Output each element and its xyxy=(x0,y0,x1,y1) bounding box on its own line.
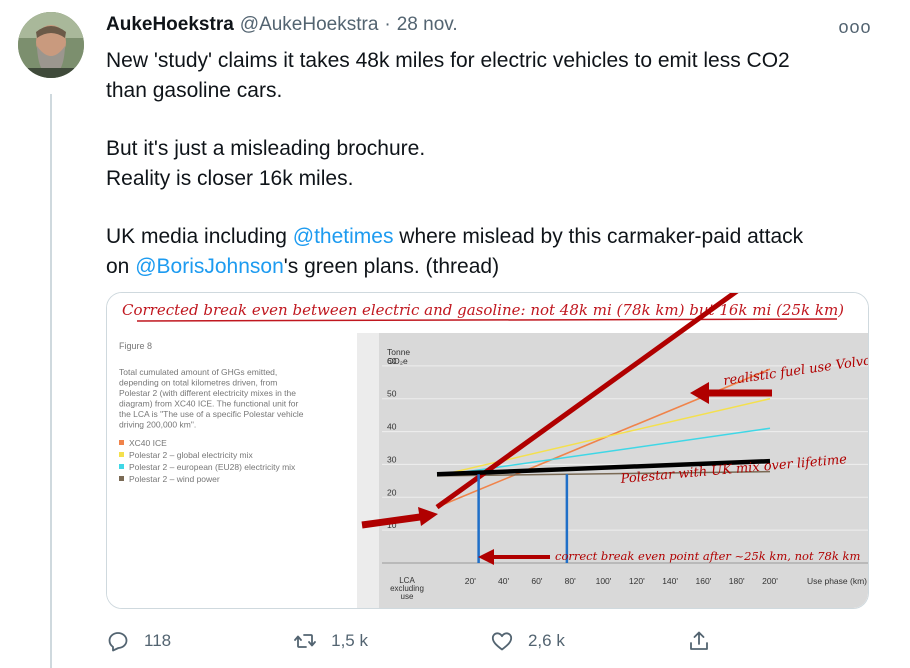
note-breakeven: correct break even point after ~25k km, … xyxy=(555,549,860,563)
tweet-media-image[interactable]: Corrected break even between electric an… xyxy=(106,292,869,609)
like-count: 2,6 k xyxy=(527,631,565,650)
reply-button[interactable]: 118 xyxy=(106,629,171,653)
action-bar: 118 1,5 k 2,6 k xyxy=(106,624,711,658)
legend-label: XC40 ICE xyxy=(129,438,167,448)
x-tick-label: 80' xyxy=(565,576,576,586)
caption-line: diagram) from XC40 ICE. The functional u… xyxy=(119,399,299,409)
legend-swatch xyxy=(119,440,124,445)
like-button[interactable]: 2,6 k xyxy=(490,629,565,653)
y-tick-label: 40 xyxy=(387,422,397,432)
figure-label: Figure 8 xyxy=(119,341,152,351)
chart-figure: Corrected break even between electric an… xyxy=(107,293,868,608)
caption-line: driving 200,000 km". xyxy=(119,420,196,430)
reply-count: 118 xyxy=(144,631,172,650)
mention-link[interactable]: @BorisJohnson xyxy=(135,255,284,278)
legend-label: Polestar 2 – european (EU28) electricity… xyxy=(129,462,296,472)
x-tick-label: 100' xyxy=(596,576,612,586)
text-fragment: 's green plans. (thread) xyxy=(283,255,500,278)
tweet-text: New 'study' claims it takes 48k miles fo… xyxy=(106,46,876,282)
text-line: on @BorisJohnson's green plans. (thread) xyxy=(106,252,876,282)
separator: · xyxy=(384,14,391,35)
text-fragment: on xyxy=(106,255,136,278)
legend-label: Polestar 2 – global electricity mix xyxy=(129,450,254,460)
x-tick-label: 40' xyxy=(498,576,509,586)
y-tick-label: 50 xyxy=(387,389,397,399)
y-tick-label: 60 xyxy=(387,356,397,366)
text-fragment: where mislead by this carmaker-paid atta… xyxy=(393,225,804,248)
tweet-header: AukeHoekstra @AukeHoekstra · 28 nov. xyxy=(106,14,458,38)
avatar[interactable] xyxy=(18,12,84,78)
retweet-icon xyxy=(294,634,317,648)
x-tick-label: 140' xyxy=(662,576,678,586)
share-icon xyxy=(689,631,708,650)
share-button[interactable] xyxy=(687,629,711,653)
reply-icon xyxy=(108,632,128,652)
thread-line xyxy=(50,94,52,668)
y-tick-label: 30 xyxy=(387,454,397,464)
display-name[interactable]: AukeHoekstra xyxy=(106,14,234,36)
x-tick-label: 200' xyxy=(762,576,778,586)
more-icon[interactable]: ooo xyxy=(838,14,872,40)
caption-line: depending on total kilometres driven, fr… xyxy=(119,378,277,388)
legend-swatch xyxy=(119,452,124,457)
text-fragment: UK media including xyxy=(106,225,293,248)
x-tick-label: 120' xyxy=(629,576,645,586)
tweet-date[interactable]: 28 nov. xyxy=(397,14,458,36)
x-tick-label: 20' xyxy=(465,576,476,586)
y-tick-label: 20 xyxy=(387,487,397,497)
legend-swatch xyxy=(119,476,124,481)
x-tick-label: 180' xyxy=(729,576,745,586)
x-first-label: use xyxy=(401,592,414,601)
text-line: Reality is closer 16k miles. xyxy=(106,167,354,190)
retweet-count: 1,5 k xyxy=(331,631,368,650)
like-icon xyxy=(491,632,513,651)
text-line: But it's just a misleading brochure. xyxy=(106,137,426,160)
legend-label: Polestar 2 – wind power xyxy=(129,474,220,484)
caption-line: Total cumulated amount of GHGs emitted, xyxy=(119,367,277,377)
legend-swatch xyxy=(119,464,124,469)
x-tick-label: 60' xyxy=(531,576,542,586)
retweet-button[interactable]: 1,5 k xyxy=(293,629,368,653)
text-line: than gasoline cars. xyxy=(106,79,283,102)
x-tick-label: 160' xyxy=(695,576,711,586)
text-line: New 'study' claims it takes 48k miles fo… xyxy=(106,49,790,72)
mention-link[interactable]: @thetimes xyxy=(293,225,394,248)
caption-line: the LCA is "The use of a specific Polest… xyxy=(119,409,304,419)
annotation-title: Corrected break even between electric an… xyxy=(122,301,844,319)
text-line: UK media including @thetimes where misle… xyxy=(106,222,876,252)
caption-line: Polestar 2 (with different electricity m… xyxy=(119,388,296,398)
xlabel: Use phase (km) xyxy=(807,576,867,586)
handle[interactable]: @AukeHoekstra xyxy=(240,14,379,36)
